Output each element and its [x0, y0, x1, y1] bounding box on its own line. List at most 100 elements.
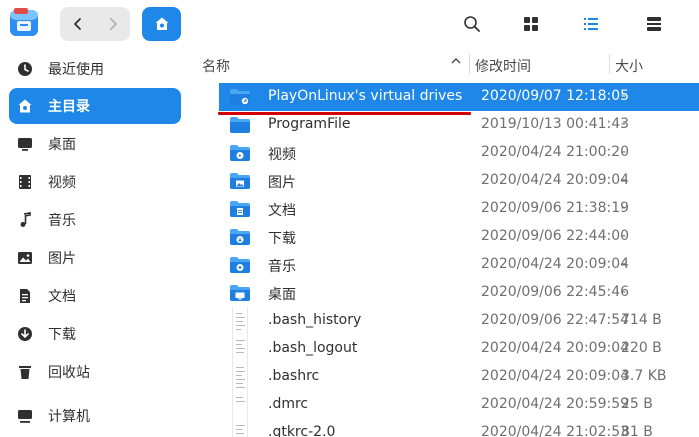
sidebar-item-recent[interactable]: 最近使用 [9, 51, 181, 87]
sidebar-item-label: 文档 [48, 289, 76, 305]
table-row[interactable]: .bash_logout 2020/04/24 20:09:04 220 B [219, 335, 699, 363]
search-button[interactable] [460, 12, 484, 36]
table-row[interactable]: 下载 2020/09/06 22:44:00 - [219, 223, 699, 251]
file-name: 视频 [268, 147, 296, 163]
file-name: .bashrc [268, 368, 320, 384]
file-name: .bash_history [268, 312, 362, 328]
annotation-underline [218, 112, 471, 115]
sidebar-item-pictures[interactable]: 图片 [9, 240, 181, 276]
table-row[interactable]: .bashrc 2020/04/24 20:09:04 3.7 KB [219, 363, 699, 391]
sidebar-item-desktop[interactable]: 桌面 [9, 126, 181, 162]
table-row[interactable]: 文档 2020/09/06 21:38:19 - [219, 195, 699, 223]
column-name-header[interactable]: 名称 [202, 56, 230, 76]
file-name: 下载 [268, 231, 296, 247]
file-list-view: 名称 修改时间 大小 PlayOnLinux's virtual drives … [199, 48, 699, 437]
table-row[interactable]: 音乐 2020/04/24 20:09:04 - [219, 251, 699, 279]
forward-button[interactable] [95, 7, 130, 41]
file-name: 桌面 [268, 287, 296, 303]
table-row[interactable]: ProgramFile 2019/10/13 00:41:43 - [219, 111, 699, 139]
table-row[interactable]: .bash_history 2020/09/06 22:47:54 714 B [219, 307, 699, 335]
folder-icon [229, 114, 251, 136]
table-row[interactable]: PlayOnLinux's virtual drives 2020/09/07 … [219, 83, 699, 111]
table-row[interactable]: .gtkrc-2.0 2020/04/24 21:02:53 81 B [219, 419, 699, 437]
file-name: ProgramFile [268, 116, 351, 132]
computer-icon [17, 408, 33, 424]
file-size: - [621, 256, 627, 272]
table-row[interactable]: 桌面 2020/09/06 22:45:46 - [219, 279, 699, 307]
file-modified: 2020/09/07 12:18:05 [481, 88, 630, 104]
sidebar-item-downloads[interactable]: 下载 [9, 316, 181, 352]
file-modified: 2020/09/06 22:47:54 [481, 312, 630, 328]
sort-ascending-icon[interactable] [450, 55, 462, 71]
file-size: - [621, 200, 627, 216]
column-separator[interactable] [609, 54, 610, 74]
file-size: - [621, 228, 627, 244]
sidebar-item-label: 回收站 [48, 365, 90, 381]
navigation-buttons [60, 7, 130, 41]
sidebar-item-trash[interactable]: 回收站 [9, 354, 181, 390]
column-size-header[interactable]: 大小 [615, 56, 643, 76]
file-modified: 2020/09/06 22:44:00 [481, 228, 630, 244]
text-file-icon [232, 391, 248, 419]
grid-view-icon [524, 17, 538, 31]
file-modified: 2020/09/06 22:45:46 [481, 284, 630, 300]
sidebar-item-music[interactable]: 音乐 [9, 202, 181, 238]
sidebar-item-computer[interactable]: 计算机 [9, 398, 181, 434]
search-icon [464, 16, 480, 32]
column-modified-header[interactable]: 修改时间 [475, 56, 531, 76]
sidebar-item-home[interactable]: 主目录 [9, 88, 181, 124]
details-panel-button[interactable] [642, 12, 666, 36]
file-modified: 2020/04/24 20:59:59 [481, 396, 630, 412]
back-icon [73, 18, 81, 30]
file-name: .dmrc [268, 396, 309, 412]
sidebar-item-label: 视频 [48, 175, 76, 191]
list-view-button[interactable] [579, 12, 603, 36]
sidebar-item-documents[interactable]: 文档 [9, 278, 181, 314]
file-size: - [621, 284, 627, 300]
file-size: - [621, 88, 627, 104]
folder-link-icon [229, 86, 251, 108]
text-file-icon [232, 419, 248, 437]
icon-view-button[interactable] [519, 12, 543, 36]
file-name: .gtkrc-2.0 [268, 424, 336, 437]
column-separator[interactable] [469, 54, 470, 74]
sidebar-item-videos[interactable]: 视频 [9, 164, 181, 200]
home-icon [155, 17, 168, 30]
picture-icon [17, 250, 33, 266]
file-size: 25 B [621, 396, 653, 412]
recent-icon [17, 61, 33, 77]
sidebar-item-label: 下载 [48, 327, 76, 343]
back-button[interactable] [60, 7, 95, 41]
file-size: 714 B [621, 312, 662, 328]
file-size: 81 B [621, 424, 653, 437]
video-icon [17, 174, 33, 190]
file-name: 音乐 [268, 259, 296, 275]
file-size: 220 B [621, 340, 662, 356]
table-row[interactable]: 视频 2020/04/24 21:00:20 - [219, 139, 699, 167]
file-modified: 2020/04/24 20:09:04 [481, 172, 630, 188]
file-modified: 2020/04/24 20:09:04 [481, 256, 630, 272]
sidebar-item-label: 最近使用 [48, 62, 104, 78]
file-modified: 2020/04/24 20:09:04 [481, 368, 630, 384]
file-manager-app-icon [8, 7, 40, 39]
folder-desktop-icon [229, 282, 251, 304]
folder-picture-icon [229, 170, 251, 192]
text-file-icon [232, 335, 248, 363]
details-panel-icon [647, 17, 661, 31]
file-size: 3.7 KB [621, 368, 667, 384]
list-view-icon [584, 18, 598, 30]
column-header: 名称 修改时间 大小 [199, 48, 699, 80]
sidebar-item-label: 计算机 [48, 409, 90, 425]
table-row[interactable]: .dmrc 2020/04/24 20:59:59 25 B [219, 391, 699, 419]
folder-music-icon [229, 254, 251, 276]
file-name: PlayOnLinux's virtual drives [268, 88, 463, 104]
home-path-button[interactable] [142, 7, 181, 41]
file-name: 图片 [268, 175, 296, 191]
file-modified: 2020/09/06 21:38:19 [481, 200, 630, 216]
text-file-icon [232, 363, 248, 391]
download-icon [17, 326, 33, 342]
table-row[interactable]: 图片 2020/04/24 20:09:04 - [219, 167, 699, 195]
file-modified: 2020/04/24 20:09:04 [481, 340, 630, 356]
file-size: - [621, 116, 627, 132]
file-name: .bash_logout [268, 340, 358, 356]
